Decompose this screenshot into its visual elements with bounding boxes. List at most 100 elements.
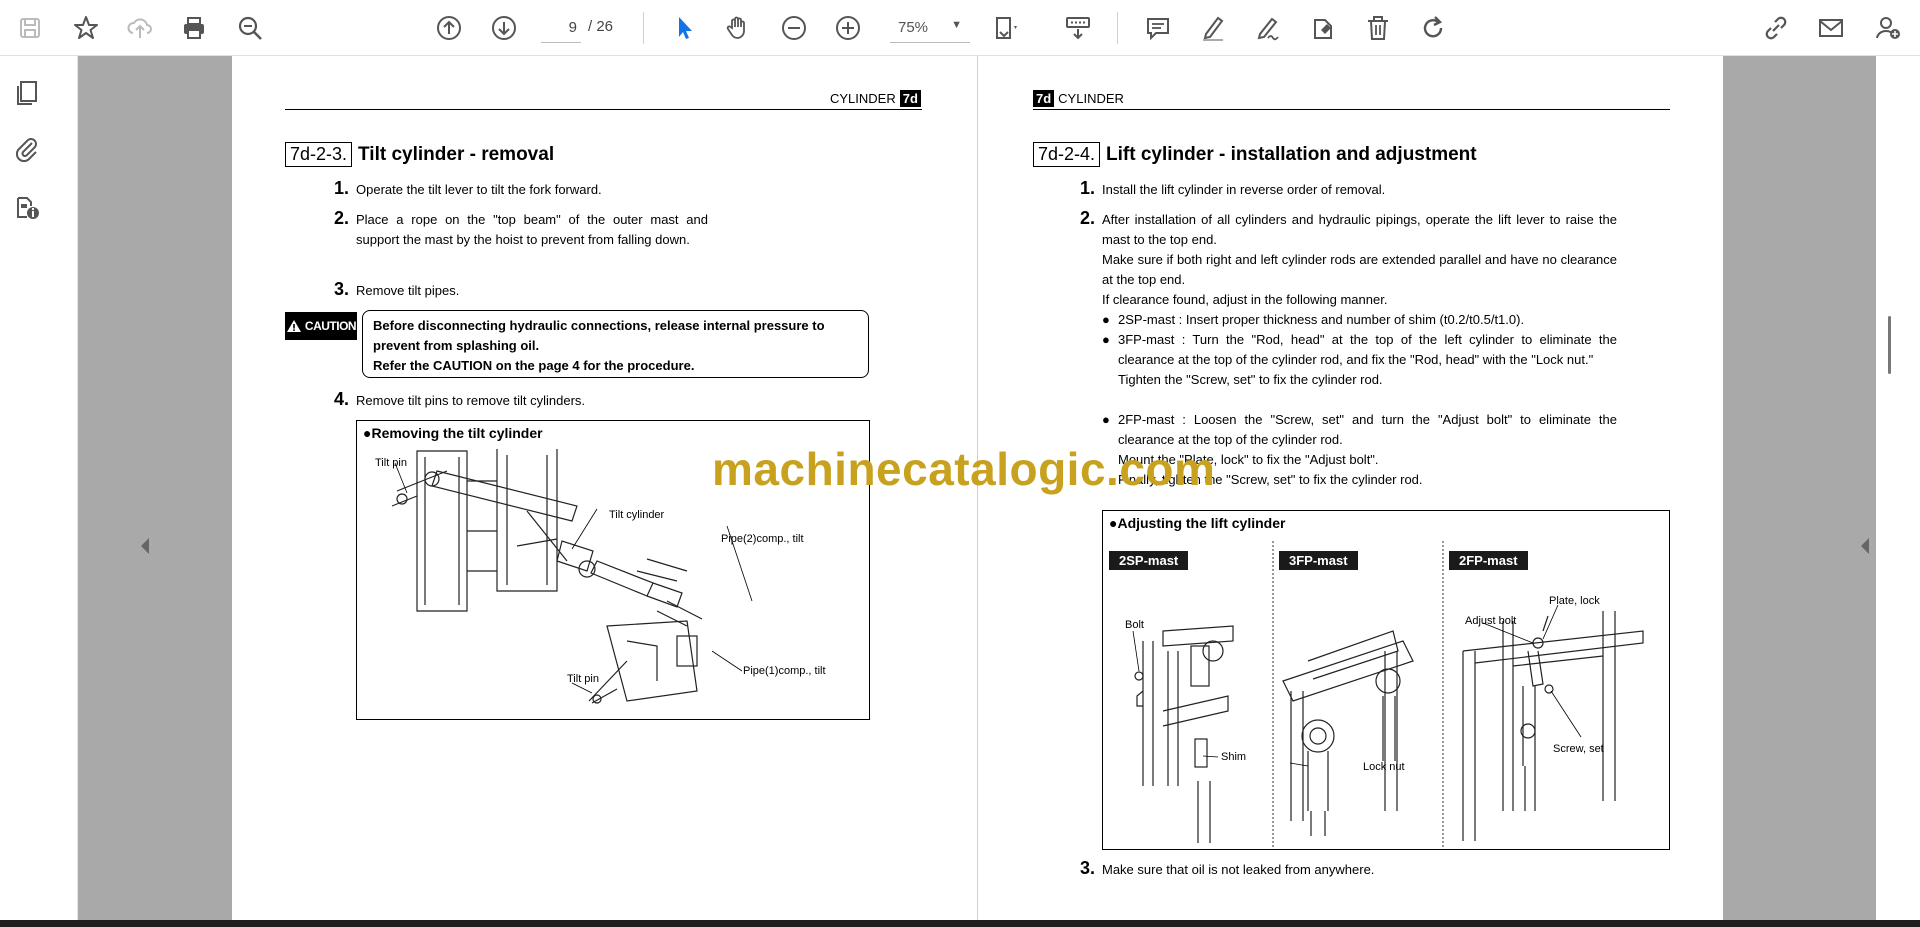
step-number: 1. [334, 178, 350, 198]
step-text: Make sure if both right and left cylinde… [1102, 252, 1617, 287]
step-number: 3. [1080, 858, 1096, 878]
figure-label: Shim [1221, 751, 1247, 763]
hand-pan-icon[interactable] [722, 12, 754, 44]
step-3: 3. Remove tilt pipes. [334, 279, 756, 301]
step-text: After installation of all cylinders and … [1102, 212, 1617, 247]
share-link-icon[interactable] [1760, 12, 1792, 44]
section-heading: 7d-2-4. Lift cylinder - installation and… [1033, 142, 1477, 167]
mast-tag-3fp: 3FP-mast [1279, 551, 1358, 570]
step-number: 2. [334, 208, 350, 228]
figure-label: Tilt cylinder [609, 509, 665, 521]
bottom-taskbar-strip [0, 920, 1920, 927]
page-header: 7d CYLINDER [1033, 90, 1124, 107]
fit-page-icon[interactable] [990, 12, 1022, 44]
section-heading: 7d-2-3. Tilt cylinder - removal [285, 142, 554, 167]
delete-icon[interactable] [1362, 12, 1394, 44]
comment-icon[interactable] [1142, 12, 1174, 44]
section-title: Lift cylinder - installation and adjustm… [1106, 143, 1477, 165]
header-rule [1033, 109, 1670, 110]
step-text: Operate the tilt lever to tilt the fork … [356, 182, 602, 197]
chevron-down-icon: ▼ [951, 19, 962, 31]
step-number: 4. [334, 389, 350, 409]
caution-label-text: CAUTION [304, 319, 357, 333]
collapse-left-panel-icon[interactable] [138, 534, 152, 558]
bullet-2sp: ● 2SP-mast : Insert proper thickness and… [1102, 310, 1617, 330]
zoom-level-value: 75% [898, 19, 929, 36]
figure-label: Tilt pin [375, 457, 407, 469]
layers-info-icon[interactable] [10, 190, 44, 224]
caution-text: Refer the CAUTION on the page 4 for the … [373, 358, 695, 373]
scroll-mode-icon[interactable] [1062, 12, 1094, 44]
figure-label: Screw, set [1553, 743, 1604, 755]
figure-label: Pipe(2)comp., tilt [721, 533, 804, 545]
mast-tag-2fp: 2FP-mast [1449, 551, 1528, 570]
section-number: 7d-2-3. [285, 142, 353, 167]
attachments-icon[interactable] [10, 132, 44, 166]
page-header: CYLINDER 7d [830, 90, 921, 107]
toolbar-divider [1117, 12, 1118, 44]
zoom-search-icon[interactable] [234, 12, 266, 44]
add-user-icon[interactable] [1872, 12, 1904, 44]
zoom-in-icon[interactable] [832, 12, 864, 44]
header-title: CYLINDER [830, 91, 896, 106]
vertical-scrollbar-thumb[interactable] [1888, 316, 1891, 374]
step-number: 1. [1080, 178, 1096, 198]
step-3: 3. Make sure that oil is not leaked from… [1080, 858, 1617, 880]
bullet-text: 3FP-mast : Turn the "Rod, head" at the t… [1118, 332, 1617, 367]
bullet-text: Tighten the "Screw, set" to fix the cyli… [1118, 372, 1383, 387]
print-icon[interactable] [178, 12, 210, 44]
chapter-badge: 7d [899, 90, 921, 107]
caution-box: Before disconnecting hydraulic connectio… [362, 310, 869, 378]
section-title: Tilt cylinder - removal [358, 143, 555, 165]
collapse-right-panel-icon[interactable] [1858, 534, 1872, 558]
step-text: If clearance found, adjust in the follow… [1102, 292, 1388, 307]
page-thumbnails-icon[interactable] [10, 76, 44, 110]
bullet-dot: ● [1102, 312, 1110, 327]
bullet-text: 2SP-mast : Insert proper thickness and n… [1118, 312, 1525, 327]
step-4: 4. Remove tilt pins to remove tilt cylin… [334, 389, 756, 411]
step-2: 2. Place a rope on the "top beam" of the… [334, 208, 708, 250]
header-rule [285, 109, 922, 110]
figure-label: Tilt pin [567, 673, 599, 685]
caution-label: CAUTION [285, 312, 357, 340]
figure-label: Pipe(1)comp., tilt [743, 665, 826, 677]
save-icon[interactable] [14, 12, 46, 44]
step-text: Remove tilt pins to remove tilt cylinder… [356, 393, 586, 408]
step-text: Make sure that oil is not leaked from an… [1102, 862, 1375, 877]
upload-cloud-icon[interactable] [124, 12, 156, 44]
figure-label: Plate, lock [1549, 595, 1600, 607]
zoom-out-icon[interactable] [778, 12, 810, 44]
bullet-dot: ● [1102, 412, 1110, 427]
step-number: 3. [334, 279, 350, 299]
highlight-icon[interactable] [1197, 12, 1229, 44]
sign-icon[interactable] [1252, 12, 1284, 44]
left-navigation-rail [0, 56, 78, 920]
step-text: Place a rope on the "top beam" of the ou… [356, 212, 708, 247]
figure-label: Adjust bolt [1465, 615, 1517, 627]
chapter-badge: 7d [1033, 90, 1055, 107]
step-1: 1. Install the lift cylinder in reverse … [1080, 178, 1617, 200]
toolbar-divider [643, 12, 644, 44]
zoom-level-select[interactable]: 75% ▼ [890, 13, 970, 43]
bookmark-star-icon[interactable] [70, 12, 102, 44]
stamp-icon[interactable] [1307, 12, 1339, 44]
mast-tag-2sp: 2SP-mast [1109, 551, 1189, 570]
page-up-icon[interactable] [433, 12, 465, 44]
step-1: 1. Operate the tilt lever to tilt the fo… [334, 178, 756, 200]
main-toolbar: / 26 75% ▼ [0, 0, 1920, 56]
page-number-input[interactable] [541, 13, 581, 43]
step-text: Remove tilt pipes. [356, 283, 460, 298]
header-title: CYLINDER [1058, 91, 1124, 106]
step-text: Install the lift cylinder in reverse ord… [1102, 182, 1386, 197]
page-down-icon[interactable] [488, 12, 520, 44]
figure-label: Lock nut [1363, 761, 1405, 773]
caution-text: Before disconnecting hydraulic connectio… [373, 318, 825, 353]
select-cursor-icon[interactable] [668, 12, 700, 44]
bullet-3fp: ● 3FP-mast : Turn the "Rod, head" at the… [1102, 330, 1617, 390]
email-icon[interactable] [1815, 12, 1847, 44]
section-number: 7d-2-4. [1033, 142, 1101, 167]
rotate-icon[interactable] [1417, 12, 1449, 44]
warning-icon [286, 320, 301, 332]
step-number: 2. [1080, 208, 1096, 228]
page-total: / 26 [588, 18, 614, 35]
